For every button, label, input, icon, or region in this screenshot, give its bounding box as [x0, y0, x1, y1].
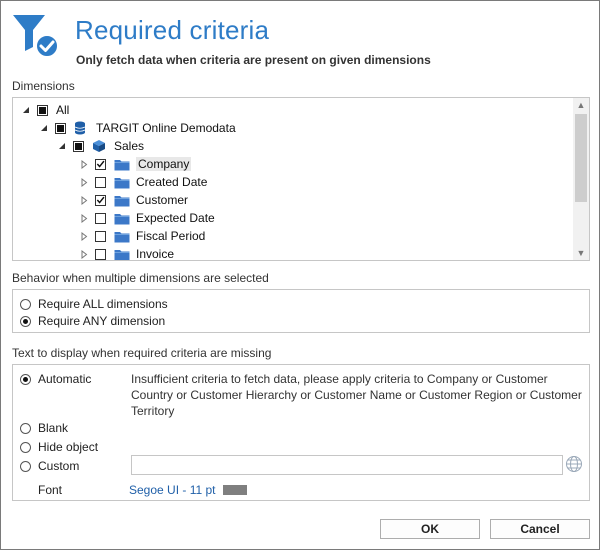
checkbox[interactable]	[95, 158, 106, 170]
collapsed-triangle-icon[interactable]	[79, 195, 89, 205]
database-icon	[74, 121, 90, 135]
tree-node[interactable]: TARGIT Online Demodata	[39, 119, 236, 137]
missing-text-group: Automatic Insufficient criteria to fetch…	[12, 364, 590, 501]
tree-node-label: Expected Date	[136, 211, 215, 225]
collapsed-triangle-icon[interactable]	[79, 177, 89, 187]
checkbox[interactable]	[95, 176, 106, 188]
tree-node-label: TARGIT Online Demodata	[96, 121, 236, 135]
folder-icon	[114, 175, 130, 189]
radio-button[interactable]	[20, 373, 31, 385]
tree-node-label: Sales	[114, 139, 145, 153]
radio-label: Automatic	[38, 372, 92, 386]
radio-custom[interactable]: Custom	[20, 459, 79, 473]
checkbox[interactable]	[73, 140, 84, 152]
radio-button[interactable]	[20, 460, 31, 472]
checkbox[interactable]	[37, 104, 48, 116]
radio-blank[interactable]: Blank	[20, 421, 68, 435]
tree-node[interactable]: Customer	[79, 191, 188, 209]
tree-scrollbar[interactable]: ▲ ▼	[573, 98, 589, 260]
collapsed-triangle-icon[interactable]	[79, 231, 89, 241]
radio-button[interactable]	[20, 298, 31, 310]
checkbox[interactable]	[95, 248, 106, 260]
custom-text-input[interactable]	[131, 455, 563, 475]
globe-icon[interactable]	[565, 455, 583, 473]
ok-button[interactable]: OK	[380, 519, 480, 539]
expanded-triangle-icon[interactable]	[57, 141, 67, 151]
scroll-down-icon[interactable]: ▼	[573, 246, 589, 260]
tree-node-label: Customer	[136, 193, 189, 207]
radio-hide-object[interactable]: Hide object	[20, 440, 98, 454]
cube-icon	[92, 139, 108, 153]
missing-text-label: Text to display when required criteria a…	[12, 346, 272, 360]
tree-node[interactable]: Created Date	[79, 173, 207, 191]
tree-node[interactable]: Fiscal Period	[79, 227, 205, 245]
automatic-message-text: Insufficient criteria to fetch data, ple…	[131, 372, 582, 418]
font-selector-link[interactable]: Segoe UI - 11 pt	[129, 483, 216, 497]
tree-node-label: All	[56, 103, 70, 117]
radio-automatic[interactable]: Automatic	[20, 372, 91, 386]
folder-icon	[114, 247, 130, 260]
expanded-triangle-icon[interactable]	[39, 123, 49, 133]
radio-button[interactable]	[20, 422, 31, 434]
collapsed-triangle-icon[interactable]	[79, 249, 89, 259]
checkbox[interactable]	[55, 122, 66, 134]
filter-check-icon	[13, 15, 59, 58]
collapsed-triangle-icon[interactable]	[79, 213, 89, 223]
radio-label: Custom	[38, 459, 80, 473]
tree-node[interactable]: Sales	[57, 137, 144, 155]
folder-icon	[114, 229, 130, 243]
radio-label: Require ANY dimension	[38, 314, 166, 328]
cancel-button[interactable]: Cancel	[490, 519, 590, 539]
behavior-label: Behavior when multiple dimensions are se…	[12, 271, 269, 285]
dimensions-label: Dimensions	[12, 79, 75, 93]
scroll-up-icon[interactable]: ▲	[573, 98, 589, 112]
tree-node[interactable]: All	[21, 101, 69, 119]
radio-label: Hide object	[38, 440, 99, 454]
radio-button[interactable]	[20, 441, 31, 453]
radio-button[interactable]	[20, 315, 31, 327]
tree-node-label: Invoice	[136, 247, 175, 261]
checkbox[interactable]	[95, 212, 106, 224]
radio-require-any[interactable]: Require ANY dimension	[20, 314, 165, 328]
tree-node[interactable]: Company	[79, 155, 192, 173]
tree-node-label: Company	[136, 157, 192, 171]
scrollbar-thumb[interactable]	[575, 114, 587, 202]
checkbox[interactable]	[95, 230, 106, 242]
font-color-swatch[interactable]	[223, 485, 247, 495]
dialog-subtitle: Only fetch data when criteria are presen…	[76, 53, 431, 67]
tree-node[interactable]: Invoice	[79, 245, 175, 261]
collapsed-triangle-icon[interactable]	[79, 159, 89, 169]
tree-node-label: Fiscal Period	[136, 229, 206, 243]
folder-icon	[114, 211, 130, 225]
dialog-title: Required criteria	[75, 15, 270, 45]
font-label: Font	[38, 483, 63, 497]
dimensions-tree[interactable]: All TARGIT Online Demodata Sales Company Cre…	[12, 97, 590, 261]
tree-node[interactable]: Expected Date	[79, 209, 215, 227]
radio-require-all[interactable]: Require ALL dimensions	[20, 297, 168, 311]
tree-node-label: Created Date	[136, 175, 208, 189]
checkbox[interactable]	[95, 194, 106, 206]
behavior-group: Require ALL dimensions Require ANY dimen…	[12, 289, 590, 333]
expanded-triangle-icon[interactable]	[21, 105, 31, 115]
required-criteria-dialog: Required criteria Only fetch data when c…	[0, 0, 600, 550]
radio-label: Blank	[38, 421, 69, 435]
radio-label: Require ALL dimensions	[38, 297, 168, 311]
folder-icon	[114, 193, 130, 207]
folder-icon	[114, 157, 130, 171]
